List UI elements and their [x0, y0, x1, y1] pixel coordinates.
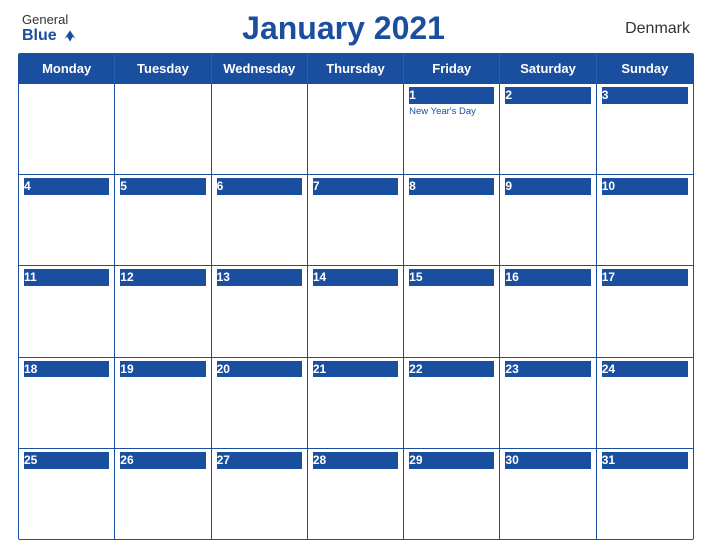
week-row-2: 456789 10	[19, 174, 693, 265]
cal-cell-0-5: 2	[500, 84, 596, 174]
cal-cell-4-3: 28	[308, 449, 404, 539]
header-thursday: Thursday	[308, 54, 404, 83]
cal-cell-1-6: 10	[597, 175, 693, 265]
day-number: 22	[409, 361, 494, 378]
day-number: 24	[602, 361, 688, 378]
day-number: 31	[602, 452, 688, 469]
calendar-body: 1New Year's Day2345678910111213141516171…	[19, 83, 693, 539]
day-number: 18	[24, 361, 109, 378]
logo: General Blue	[22, 13, 77, 45]
calendar: Monday Tuesday Wednesday Thursday Friday…	[18, 53, 694, 540]
header-monday: Monday	[19, 54, 115, 83]
calendar-title: January 2021	[77, 10, 610, 47]
day-number: 26	[120, 452, 205, 469]
day-number: 21	[313, 361, 398, 378]
logo-blue-text: Blue	[22, 27, 77, 45]
cal-cell-2-5: 16	[500, 266, 596, 356]
day-number: 30	[505, 452, 590, 469]
cal-cell-2-4: 15	[404, 266, 500, 356]
week-row-5: 25 26 27 28 29 30 31	[19, 448, 693, 539]
cal-cell-0-6: 3	[597, 84, 693, 174]
cal-cell-3-3: 21	[308, 358, 404, 448]
day-number: 15	[409, 269, 494, 286]
day-number: 4	[24, 178, 109, 195]
week-row-3: 11 12 13 14 15 16 17	[19, 265, 693, 356]
cal-cell-4-5: 30	[500, 449, 596, 539]
day-number: 14	[313, 269, 398, 286]
day-number: 20	[217, 361, 302, 378]
logo-general-text: General	[22, 13, 68, 27]
day-number: 5	[120, 178, 205, 195]
day-number: 11	[24, 269, 109, 286]
cal-cell-3-2: 20	[212, 358, 308, 448]
cal-cell-0-3	[308, 84, 404, 174]
day-number: 8	[409, 178, 494, 195]
day-number: 10	[602, 178, 688, 195]
cal-cell-3-0: 18	[19, 358, 115, 448]
page: General Blue January 2021 Denmark Monday…	[0, 0, 712, 550]
cal-cell-2-2: 13	[212, 266, 308, 356]
header-wednesday: Wednesday	[212, 54, 308, 83]
day-number: 12	[120, 269, 205, 286]
cal-cell-1-3: 7	[308, 175, 404, 265]
day-number: 7	[313, 178, 398, 195]
header: General Blue January 2021 Denmark	[18, 10, 694, 47]
cal-cell-0-0	[19, 84, 115, 174]
cal-cell-1-2: 6	[212, 175, 308, 265]
cal-cell-1-1: 5	[115, 175, 211, 265]
day-number: 17	[602, 269, 688, 286]
cal-cell-4-6: 31	[597, 449, 693, 539]
day-number: 28	[313, 452, 398, 469]
logo-bird-icon	[63, 29, 77, 43]
week-row-1: 1 New Year's Day 23	[19, 83, 693, 174]
day-number: 16	[505, 269, 590, 286]
calendar-header: Monday Tuesday Wednesday Thursday Friday…	[19, 54, 693, 83]
day-number: 9	[505, 178, 590, 195]
cal-cell-0-4: 1 New Year's Day	[404, 84, 500, 174]
cal-cell-1-4: 8	[404, 175, 500, 265]
cal-cell-1-5: 9	[500, 175, 596, 265]
country-label: Denmark	[610, 20, 690, 38]
cal-cell-3-5: 23	[500, 358, 596, 448]
cal-cell-1-0: 4	[19, 175, 115, 265]
day-number: 13	[217, 269, 302, 286]
cal-cell-4-4: 29	[404, 449, 500, 539]
cal-cell-2-3: 14	[308, 266, 404, 356]
header-sunday: Sunday	[597, 54, 693, 83]
cal-cell-0-1	[115, 84, 211, 174]
day-number: 3	[602, 87, 688, 104]
header-friday: Friday	[404, 54, 500, 83]
day-number: 19	[120, 361, 205, 378]
cal-cell-4-0: 25	[19, 449, 115, 539]
day-number: 27	[217, 452, 302, 469]
cal-cell-3-1: 19	[115, 358, 211, 448]
cal-cell-3-6: 24	[597, 358, 693, 448]
day-number: 29	[409, 452, 494, 469]
cal-cell-4-2: 27	[212, 449, 308, 539]
day-number: 1	[409, 87, 494, 104]
header-saturday: Saturday	[500, 54, 596, 83]
day-number: 25	[24, 452, 109, 469]
cal-cell-4-1: 26	[115, 449, 211, 539]
cal-cell-3-4: 22	[404, 358, 500, 448]
holiday-label: New Year's Day	[409, 106, 494, 118]
cal-cell-2-1: 12	[115, 266, 211, 356]
day-number: 23	[505, 361, 590, 378]
day-number: 2	[505, 87, 590, 104]
header-tuesday: Tuesday	[115, 54, 211, 83]
week-row-4: 18 19 20 21 22 23 24	[19, 357, 693, 448]
cal-cell-2-0: 11	[19, 266, 115, 356]
cal-cell-2-6: 17	[597, 266, 693, 356]
cal-cell-0-2	[212, 84, 308, 174]
day-number: 6	[217, 178, 302, 195]
